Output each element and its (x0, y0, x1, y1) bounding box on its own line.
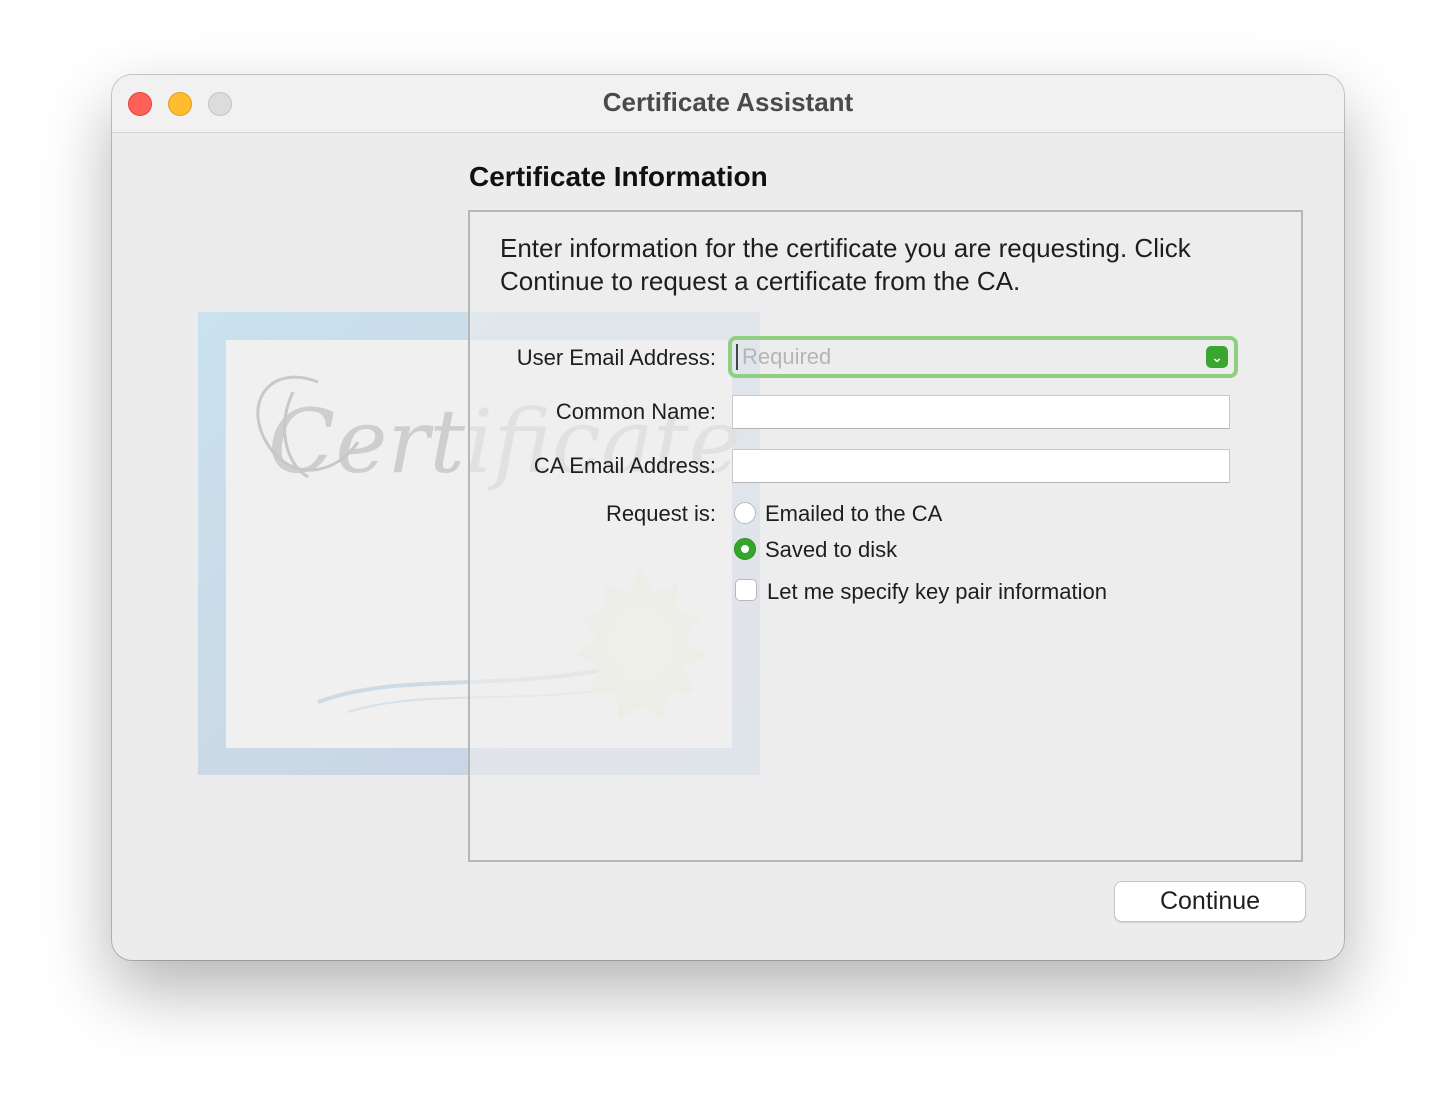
ca-email-field[interactable] (732, 449, 1230, 483)
window-title: Certificate Assistant (602, 87, 854, 117)
saved-to-disk-label[interactable]: Saved to disk (765, 537, 897, 563)
intro-text: Enter information for the certificate yo… (500, 233, 1191, 296)
emailed-to-ca-label[interactable]: Emailed to the CA (765, 501, 942, 527)
chevron-down-icon[interactable]: ⌄ (1206, 346, 1228, 368)
request-is-label: Request is: (605, 501, 716, 526)
certificate-assistant-window: Certificate Assistant Certificate Certif… (112, 75, 1344, 960)
user-email-input[interactable] (736, 344, 1202, 370)
section-heading: Certificate Information (469, 161, 768, 192)
key-pair-checkbox[interactable] (735, 579, 757, 601)
user-email-label: User Email Address: (516, 345, 716, 370)
common-name-label: Common Name: (555, 399, 716, 424)
title-bar: Certificate Assistant (112, 75, 1344, 133)
emailed-to-ca-radio[interactable] (734, 502, 756, 524)
saved-to-disk-radio[interactable] (734, 538, 756, 560)
ca-email-label: CA Email Address: (533, 453, 716, 478)
continue-button[interactable]: Continue (1114, 881, 1306, 922)
key-pair-label[interactable]: Let me specify key pair information (767, 579, 1107, 605)
certificate-info-panel: Enter information for the certificate yo… (468, 210, 1303, 862)
common-name-field[interactable] (732, 395, 1230, 429)
user-email-combo[interactable]: ⌄ (728, 336, 1238, 378)
